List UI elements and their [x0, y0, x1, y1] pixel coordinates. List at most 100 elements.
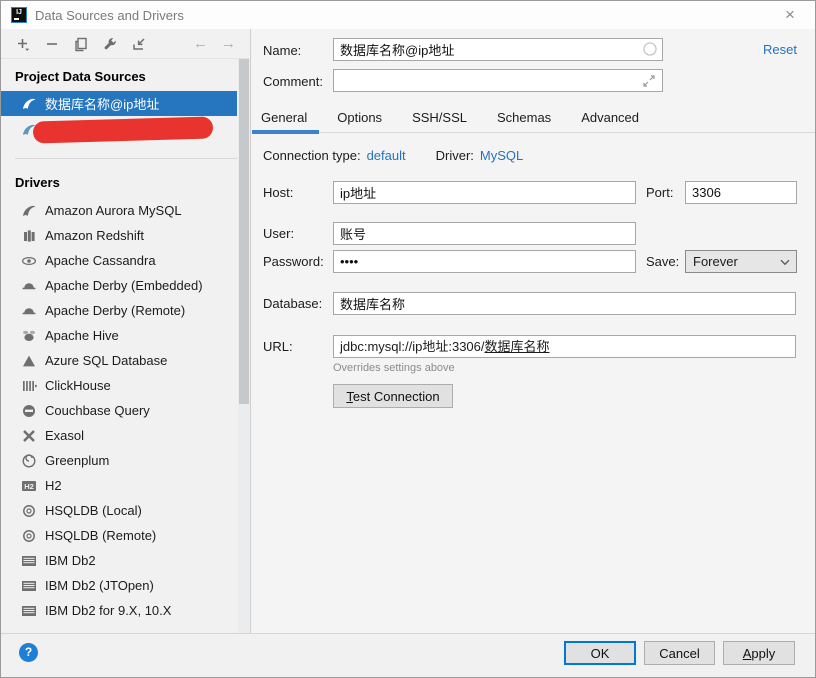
cassandra-icon	[21, 253, 37, 269]
database-input[interactable]	[333, 292, 796, 315]
apply-button[interactable]: Apply	[723, 641, 795, 665]
url-label: URL:	[263, 339, 293, 354]
sidebar-toolbar: ← →	[1, 29, 250, 59]
footer: ? OK Cancel Apply	[1, 633, 815, 677]
driver-item[interactable]: IBM Db2 for 9.X, 10.X	[1, 598, 237, 623]
data-sources-dialog: IJ Data Sources and Drivers × ← → Projec…	[0, 0, 816, 678]
driver-label: Azure SQL Database	[45, 353, 168, 368]
redshift-icon	[21, 228, 37, 244]
couchbase-icon	[21, 403, 37, 419]
driver-item[interactable]: H2 H2	[1, 473, 237, 498]
driver-label: HSQLDB (Local)	[45, 503, 142, 518]
data-source-item-selected[interactable]: 数据库名称@ip地址	[1, 91, 237, 116]
password-label: Password:	[263, 254, 324, 269]
forward-arrow-icon[interactable]: →	[221, 35, 236, 52]
driver-item[interactable]: Apache Hive	[1, 323, 237, 348]
driver-label: Apache Hive	[45, 328, 119, 343]
reset-link[interactable]: Reset	[763, 42, 797, 57]
test-connection-button[interactable]: Test Connection	[333, 384, 453, 408]
driver-label: Driver:	[435, 148, 474, 163]
driver-item[interactable]: Apache Cassandra	[1, 248, 237, 273]
driver-label: IBM Db2 (JTOpen)	[45, 578, 154, 593]
ok-button[interactable]: OK	[564, 641, 636, 665]
driver-label: Greenplum	[45, 453, 110, 468]
comment-input[interactable]	[333, 69, 663, 92]
driver-item[interactable]: Amazon Aurora MySQL	[1, 198, 237, 223]
tab-ssh-ssl[interactable]: SSH/SSL	[412, 105, 467, 133]
clickhouse-icon	[21, 378, 37, 394]
sidebar: ← → Project Data Sources 数据库名称@ip地址 Driv…	[1, 29, 251, 633]
tab-advanced[interactable]: Advanced	[581, 105, 639, 133]
add-data-source-icon[interactable]	[15, 36, 31, 52]
port-input[interactable]	[685, 181, 797, 204]
url-prefix: jdbc:mysql://ip地址:3306/	[340, 339, 485, 354]
driver-item[interactable]: HSQLDB (Remote)	[1, 523, 237, 548]
derby-icon	[21, 303, 37, 319]
user-input[interactable]	[333, 222, 636, 245]
driver-item[interactable]: HSQLDB (Local)	[1, 498, 237, 523]
url-database-part: 数据库名称	[484, 339, 550, 354]
driver-label: Exasol	[45, 428, 85, 443]
expand-icon[interactable]	[641, 73, 657, 89]
scrollbar-thumb[interactable]	[239, 59, 249, 404]
save-dropdown[interactable]: Forever	[685, 250, 797, 273]
h2-icon: H2	[21, 478, 37, 494]
connection-form: Name: Reset Comment: General Options SSH/S…	[251, 29, 815, 633]
driver-label: Amazon Aurora MySQL	[45, 203, 182, 218]
tab-schemas[interactable]: Schemas	[497, 105, 551, 133]
driver-item[interactable]: Amazon Redshift	[1, 223, 237, 248]
back-arrow-icon[interactable]: ←	[193, 35, 208, 52]
driver-item[interactable]: IBM Db2 (JTOpen)	[1, 573, 237, 598]
ibm-icon	[21, 553, 37, 569]
url-hint: Overrides settings above	[333, 362, 455, 374]
data-source-color-icon[interactable]	[642, 41, 658, 57]
driver-item[interactable]: Azure SQL Database	[1, 348, 237, 373]
data-source-item-redacted[interactable]	[1, 116, 237, 144]
driver-label: Amazon Redshift	[45, 228, 144, 243]
url-input[interactable]: jdbc:mysql://ip地址:3306/数据库名称	[333, 335, 796, 358]
password-input[interactable]	[333, 250, 636, 273]
save-label: Save:	[646, 254, 680, 269]
duplicate-icon[interactable]	[73, 36, 89, 52]
driver-label: IBM Db2 for 9.X, 10.X	[45, 603, 172, 618]
remove-icon[interactable]	[44, 36, 60, 52]
redaction-scribble	[32, 116, 214, 144]
driver-label: Couchbase Query	[45, 403, 150, 418]
tab-options[interactable]: Options	[337, 105, 382, 133]
driver-item[interactable]: Couchbase Query	[1, 398, 237, 423]
data-source-label: 数据库名称@ip地址	[45, 97, 160, 112]
driver-item[interactable]: Exasol	[1, 423, 237, 448]
intellij-logo-icon: IJ	[11, 7, 27, 23]
connection-type-link[interactable]: default	[367, 148, 406, 163]
host-input[interactable]	[333, 181, 636, 204]
close-icon[interactable]: ×	[779, 5, 801, 25]
hive-icon	[21, 328, 37, 344]
name-input[interactable]	[333, 38, 663, 61]
driver-item[interactable]: Apache Derby (Embedded)	[1, 273, 237, 298]
mysql-icon	[21, 203, 37, 219]
connection-type-row: Connection type: default Driver: MySQL	[263, 148, 523, 163]
sidebar-scrollbar[interactable]	[238, 59, 250, 633]
project-data-sources-header: Project Data Sources	[15, 69, 146, 84]
chevron-down-icon	[777, 254, 793, 270]
host-label: Host:	[263, 185, 294, 200]
drivers-list: Amazon Aurora MySQL Amazon Redshift Apache…	[1, 198, 237, 623]
driver-item[interactable]: ClickHouse	[1, 373, 237, 398]
driver-item[interactable]: IBM Db2	[1, 548, 237, 573]
save-dropdown-value: Forever	[693, 254, 738, 269]
titlebar: IJ Data Sources and Drivers ×	[1, 1, 815, 29]
help-icon[interactable]: ?	[19, 643, 38, 662]
import-icon[interactable]	[131, 36, 147, 52]
driver-label: Apache Cassandra	[45, 253, 156, 268]
user-label: User:	[263, 226, 295, 241]
azure-icon	[21, 353, 37, 369]
driver-label: ClickHouse	[45, 378, 111, 393]
driver-properties-icon[interactable]	[102, 36, 118, 52]
settings-tabs: General Options SSH/SSL Schemas Advanced	[251, 105, 815, 134]
driver-link[interactable]: MySQL	[480, 148, 523, 163]
driver-label: IBM Db2	[45, 553, 96, 568]
cancel-button[interactable]: Cancel	[644, 641, 715, 665]
driver-item[interactable]: Apache Derby (Remote)	[1, 298, 237, 323]
tab-general[interactable]: General	[251, 105, 320, 134]
driver-item[interactable]: Greenplum	[1, 448, 237, 473]
